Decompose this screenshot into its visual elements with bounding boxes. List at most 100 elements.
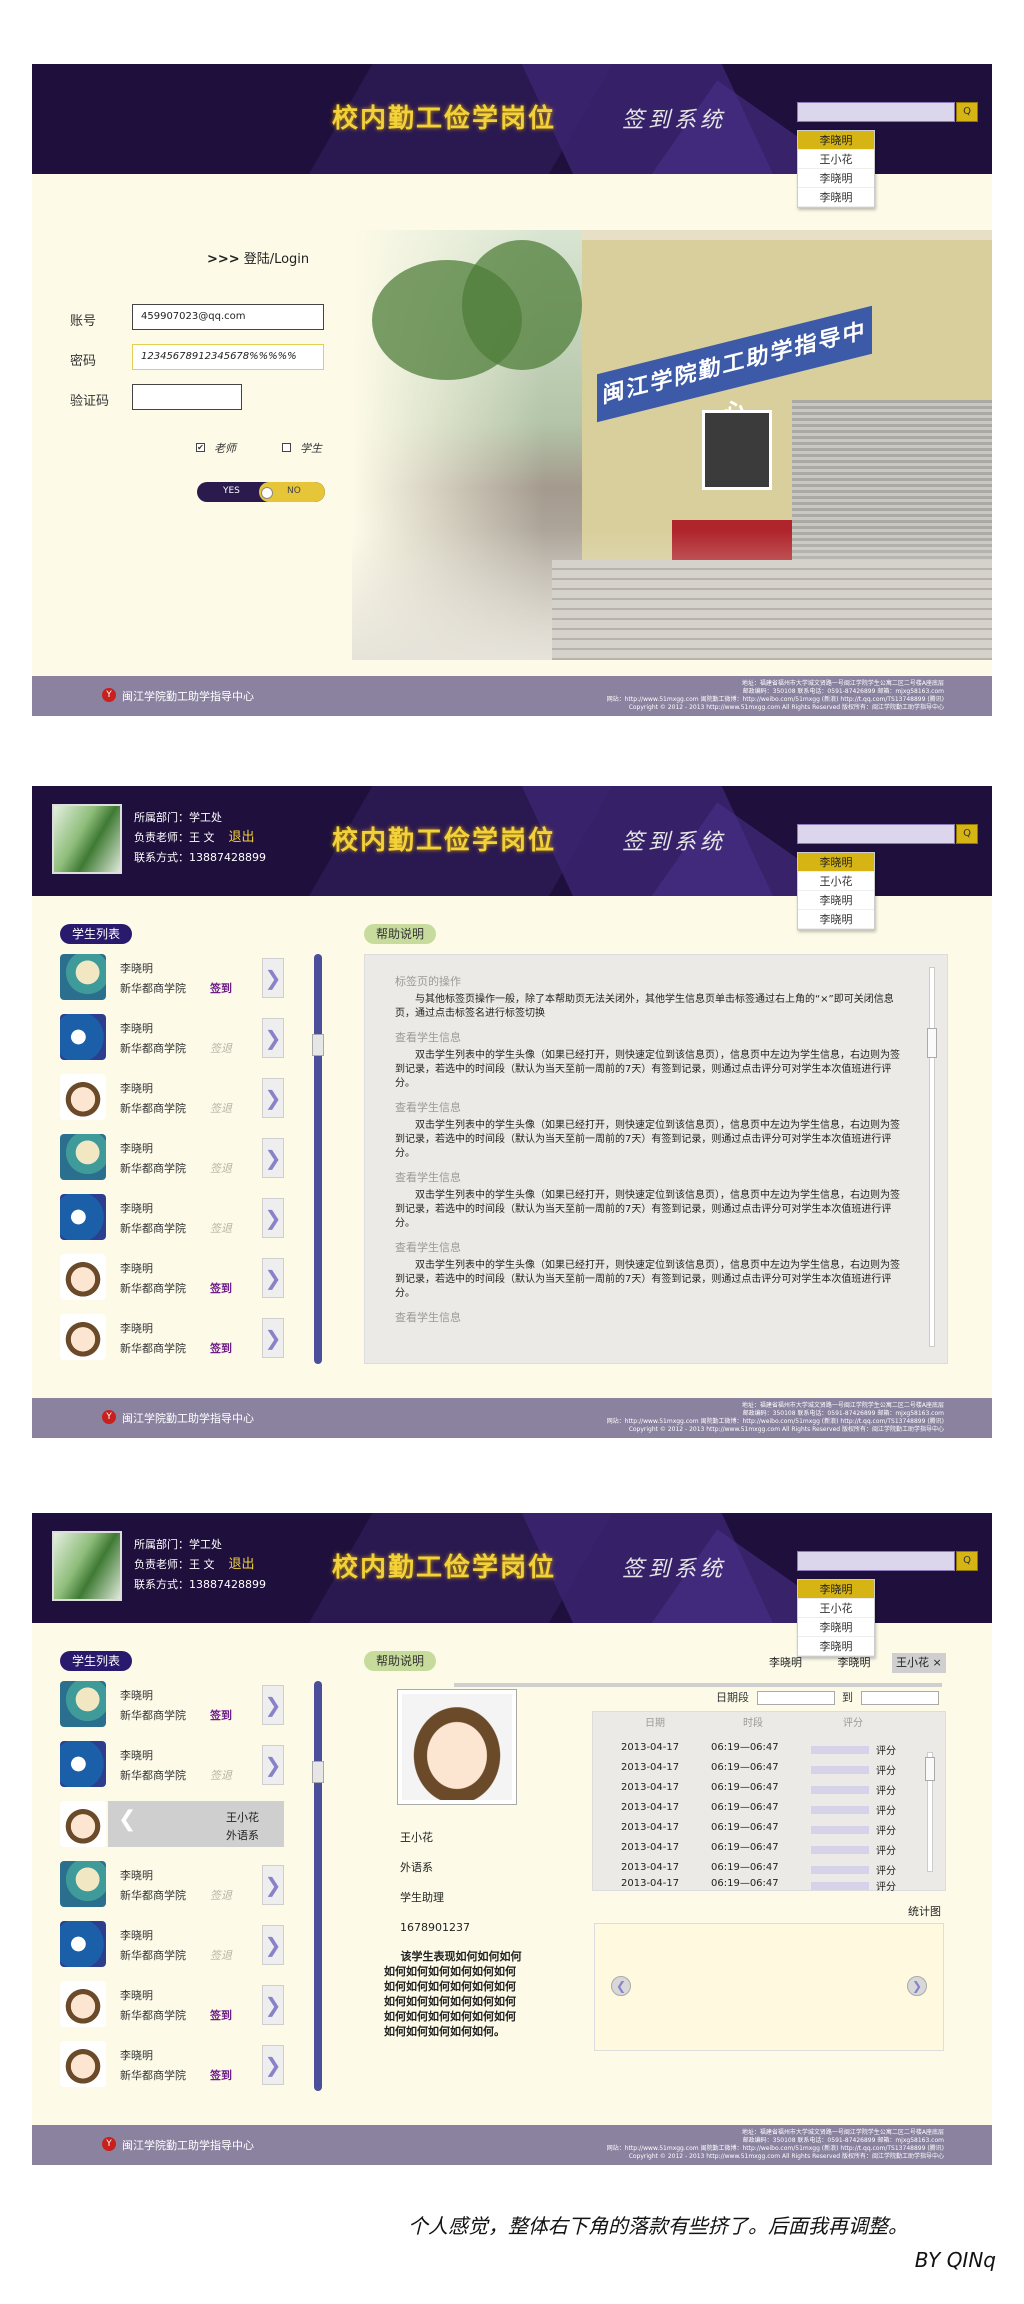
list-item[interactable]: 李晓明 新华都商学院 签退 ❯ bbox=[60, 1921, 290, 1971]
help-title[interactable]: 帮助说明 bbox=[364, 924, 437, 944]
search-input[interactable] bbox=[797, 824, 955, 844]
score-bar[interactable] bbox=[811, 1746, 869, 1754]
help-scrollbar[interactable] bbox=[927, 967, 937, 1347]
avatar[interactable] bbox=[60, 1134, 106, 1180]
date-start-field[interactable] bbox=[756, 1691, 835, 1705]
avatar[interactable] bbox=[60, 1981, 106, 2027]
list-item[interactable]: 李晓明 新华都商学院 签到 ❯ bbox=[60, 1681, 290, 1731]
student-checkbox[interactable] bbox=[282, 443, 291, 452]
avatar[interactable] bbox=[60, 1681, 106, 1727]
chevron-right-icon[interactable]: ❯ bbox=[262, 1198, 284, 1238]
chevron-right-icon[interactable]: ❯ bbox=[262, 1685, 284, 1725]
avatar[interactable] bbox=[60, 1074, 106, 1120]
chevron-left-icon[interactable]: ❮ bbox=[611, 1976, 631, 1996]
student-list-scrollbar[interactable] bbox=[312, 1681, 324, 2091]
list-item[interactable]: 李晓明 新华都商学院 签到 ❯ bbox=[60, 954, 290, 1004]
toggle-knob[interactable]: NO bbox=[259, 482, 325, 502]
list-item[interactable]: 李晓明 新华都商学院 签退 ❯ bbox=[60, 1861, 290, 1911]
search-button[interactable]: Q bbox=[956, 824, 978, 844]
avatar[interactable] bbox=[60, 1314, 106, 1360]
tab-student[interactable]: 李晓明 bbox=[769, 1656, 802, 1669]
list-item[interactable]: 李晓明 新华都商学院 签到 ❯ bbox=[60, 1314, 290, 1364]
chevron-right-icon[interactable]: ❯ bbox=[262, 1865, 284, 1905]
score-link[interactable]: 评分 bbox=[876, 1842, 896, 1857]
dropdown-item[interactable]: 李晓明 bbox=[798, 169, 874, 188]
password-field[interactable]: 12345678912345678%%%%% bbox=[132, 344, 324, 370]
avatar[interactable] bbox=[60, 1861, 106, 1907]
logout-link[interactable]: 退出 bbox=[229, 830, 255, 845]
search-button[interactable]: Q bbox=[956, 1551, 978, 1571]
search-input[interactable] bbox=[797, 1551, 955, 1571]
list-item-open[interactable]: ❮ 王小花 外语系 bbox=[60, 1801, 290, 1851]
list-item[interactable]: 李晓明 新华都商学院 签退 ❯ bbox=[60, 1741, 290, 1791]
list-item[interactable]: 李晓明 新华都商学院 签到 ❯ bbox=[60, 1254, 290, 1304]
tab-student[interactable]: 李晓明 bbox=[838, 1656, 871, 1669]
score-link[interactable]: 评分 bbox=[876, 1862, 896, 1877]
dropdown-item[interactable]: 王小花 bbox=[798, 872, 874, 891]
score-link[interactable]: 评分 bbox=[876, 1782, 896, 1797]
chevron-right-icon[interactable]: ❯ bbox=[262, 1078, 284, 1118]
scroll-thumb[interactable] bbox=[312, 1761, 324, 1783]
list-item[interactable]: 李晓明 新华都商学院 签退 ❯ bbox=[60, 1194, 290, 1244]
score-link[interactable]: 评分 bbox=[876, 1802, 896, 1817]
chevron-right-icon[interactable]: ❯ bbox=[262, 1745, 284, 1785]
teacher-checkbox[interactable]: ✔ bbox=[196, 443, 205, 452]
dropdown-item[interactable]: 李晓明 bbox=[798, 131, 874, 150]
chevron-right-icon[interactable]: ❯ bbox=[262, 1258, 284, 1298]
logout-link[interactable]: 退出 bbox=[229, 1557, 255, 1572]
dropdown-item[interactable]: 李晓明 bbox=[798, 853, 874, 872]
search-dropdown[interactable]: 李晓明 王小花 李晓明 李晓明 bbox=[797, 130, 875, 208]
search-dropdown[interactable]: 李晓明 王小花 李晓明 李晓明 bbox=[797, 852, 875, 930]
dropdown-item[interactable]: 李晓明 bbox=[798, 1618, 874, 1637]
score-bar[interactable] bbox=[811, 1882, 869, 1890]
score-bar[interactable] bbox=[811, 1806, 869, 1814]
list-item[interactable]: 李晓明 新华都商学院 签退 ❯ bbox=[60, 1014, 290, 1064]
dropdown-item[interactable]: 王小花 bbox=[798, 1599, 874, 1618]
captcha-field[interactable] bbox=[132, 384, 242, 410]
list-item[interactable]: 李晓明 新华都商学院 签退 ❯ bbox=[60, 1074, 290, 1124]
chevron-right-icon[interactable]: ❯ bbox=[907, 1976, 927, 1996]
score-link[interactable]: 评分 bbox=[876, 1742, 896, 1757]
scroll-thumb[interactable] bbox=[925, 1757, 935, 1781]
list-item[interactable]: 李晓明 新华都商学院 签到 ❯ bbox=[60, 2041, 290, 2091]
search-dropdown[interactable]: 李晓明 王小花 李晓明 李晓明 bbox=[797, 1579, 875, 1657]
score-link[interactable]: 评分 bbox=[876, 1762, 896, 1777]
dropdown-item[interactable]: 李晓明 bbox=[798, 188, 874, 207]
tab-active[interactable]: 王小花 × bbox=[892, 1653, 946, 1673]
scroll-thumb[interactable] bbox=[927, 1028, 937, 1058]
avatar[interactable] bbox=[60, 1194, 106, 1240]
score-bar[interactable] bbox=[811, 1866, 869, 1874]
chevron-right-icon[interactable]: ❯ bbox=[262, 1138, 284, 1178]
score-link[interactable]: 评分 bbox=[876, 1822, 896, 1837]
dropdown-item[interactable]: 王小花 bbox=[798, 150, 874, 169]
score-bar[interactable] bbox=[811, 1846, 869, 1854]
avatar[interactable] bbox=[60, 954, 106, 1000]
student-list-scrollbar[interactable] bbox=[312, 954, 324, 1364]
score-bar[interactable] bbox=[811, 1826, 869, 1834]
chevron-left-icon[interactable]: ❮ bbox=[118, 1807, 136, 1832]
avatar[interactable] bbox=[60, 1254, 106, 1300]
avatar[interactable] bbox=[60, 1801, 106, 1847]
dropdown-item[interactable]: 李晓明 bbox=[798, 910, 874, 929]
list-item[interactable]: 李晓明 新华都商学院 签到 ❯ bbox=[60, 1981, 290, 2031]
chevron-right-icon[interactable]: ❯ bbox=[262, 2045, 284, 2085]
chevron-right-icon[interactable]: ❯ bbox=[262, 958, 284, 998]
avatar[interactable] bbox=[60, 1741, 106, 1787]
score-bar[interactable] bbox=[811, 1786, 869, 1794]
dropdown-item[interactable]: 李晓明 bbox=[798, 1637, 874, 1656]
dropdown-item[interactable]: 李晓明 bbox=[798, 891, 874, 910]
account-field[interactable]: 459907023@qq.com bbox=[132, 304, 324, 330]
login-toggle[interactable]: YES NO bbox=[197, 482, 325, 502]
avatar[interactable] bbox=[60, 2041, 106, 2087]
chevron-right-icon[interactable]: ❯ bbox=[262, 1318, 284, 1358]
chevron-right-icon[interactable]: ❯ bbox=[262, 1925, 284, 1965]
chevron-right-icon[interactable]: ❯ bbox=[262, 1018, 284, 1058]
score-link[interactable]: 评分 bbox=[876, 1878, 896, 1893]
scroll-thumb[interactable] bbox=[312, 1034, 324, 1056]
search-button[interactable]: Q bbox=[956, 102, 978, 122]
date-end-field[interactable] bbox=[860, 1691, 939, 1705]
chevron-right-icon[interactable]: ❯ bbox=[262, 1985, 284, 2025]
record-scrollbar[interactable] bbox=[925, 1752, 935, 1872]
search-input[interactable] bbox=[797, 102, 955, 122]
help-title[interactable]: 帮助说明 bbox=[364, 1651, 437, 1671]
